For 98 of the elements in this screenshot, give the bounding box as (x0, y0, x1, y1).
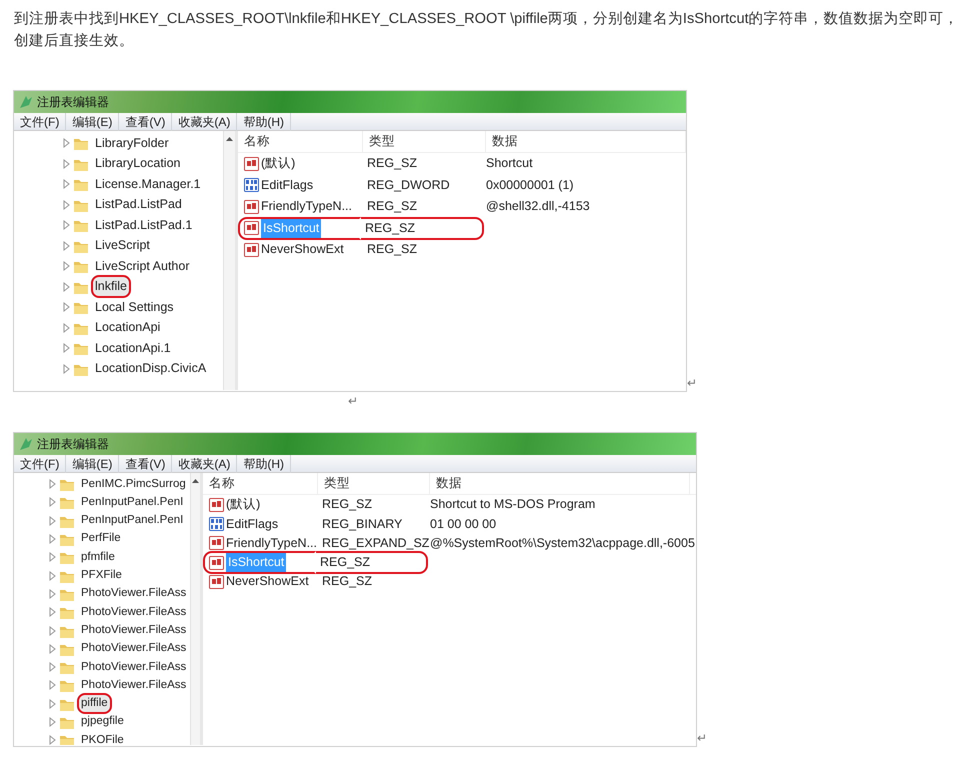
scroll-up-icon (191, 477, 200, 485)
value-name[interactable]: EditFlags (226, 514, 278, 534)
expand-arrow-icon (48, 496, 57, 508)
expand-arrow-icon (62, 301, 71, 314)
value-type: REG_DWORD (366, 176, 451, 194)
expand-arrow-icon (62, 260, 71, 272)
expand-arrow-icon (48, 642, 57, 655)
expand-arrow-icon (48, 716, 57, 728)
value-data: @shell32.dll,-4153 (485, 198, 591, 216)
paragraph-mark: ↵ (687, 375, 698, 392)
scroll-up-icon (225, 135, 234, 143)
paragraph-mark: ↵ (347, 393, 360, 410)
string-value-icon (209, 556, 224, 570)
value-name[interactable]: FriendlyTypeN... (226, 534, 318, 553)
binary-value-icon (209, 516, 224, 531)
tree-item[interactable]: LibraryLocation (91, 152, 184, 176)
tree-item[interactable]: ListPad.ListPad.1 (91, 214, 196, 237)
menu-item[interactable]: 查看(V) (119, 454, 172, 472)
column-heading[interactable]: 数据 (486, 131, 686, 152)
column-heading[interactable]: 数据 (430, 473, 690, 494)
value-type: REG_EXPAND_SZ (321, 534, 428, 552)
expand-arrow-icon (48, 734, 57, 745)
value-data: 0x00000001 (1) (485, 176, 575, 194)
expand-arrow-icon (62, 342, 71, 354)
value-type: REG_SZ (321, 573, 374, 590)
tree-item[interactable]: LibraryFolder (91, 132, 173, 155)
tree-item[interactable]: LiveScript Author (91, 254, 194, 278)
window-title: 注册表编辑器 (37, 94, 109, 111)
tree-item[interactable]: LiveScript (91, 234, 154, 258)
column-heading[interactable]: 名称 (203, 473, 318, 494)
value-name[interactable]: NeverShowExt (226, 572, 309, 592)
tree-item[interactable]: LocationApi (91, 316, 164, 340)
tree-item[interactable]: ListPad.ListPad (91, 193, 186, 216)
value-data: Shortcut to MS-DOS Program (429, 496, 596, 514)
column-heading[interactable]: 类型 (363, 131, 486, 152)
expand-arrow-icon (48, 698, 57, 710)
tree-item[interactable]: LocationDisp.CivicA (91, 357, 210, 380)
value-type: REG_SZ (366, 241, 418, 258)
value-name[interactable]: (默认) (261, 154, 296, 174)
expand-arrow-icon (48, 570, 57, 582)
menu-item[interactable]: 编辑(E) (66, 454, 120, 472)
value-data: 01 00 00 00 (429, 516, 498, 533)
expand-arrow-icon (48, 533, 57, 546)
tree-item[interactable]: License.Manager.1 (91, 172, 205, 196)
expand-arrow-icon (48, 588, 57, 600)
menu-item[interactable]: 帮助(H) (237, 454, 291, 472)
expand-arrow-icon (48, 679, 57, 692)
tree-item[interactable]: LocationApi.1 (91, 336, 175, 360)
value-type: REG_SZ (366, 198, 418, 216)
string-value-icon (244, 156, 259, 171)
expand-arrow-icon (62, 280, 71, 293)
intro-paragraph: 到注册表中找到HKEY_CLASSES_ROOT\lnkfile和HKEY_CLASSES_ROOT \piffile两项，分别创建名为IsShortcut的字符串，数值数据为空即可，创建后直接生效。 (13, 10, 960, 51)
tree-item[interactable]: Local Settings (91, 296, 178, 319)
expand-arrow-icon (62, 137, 71, 150)
string-value-icon (209, 536, 224, 550)
expand-arrow-icon (48, 624, 57, 637)
value-type: REG_BINARY (321, 516, 404, 533)
string-value-icon (209, 498, 224, 512)
value-name[interactable]: (默认) (226, 495, 260, 514)
expand-arrow-icon (62, 158, 71, 170)
binary-value-icon (244, 178, 259, 192)
expand-arrow-icon (62, 322, 71, 334)
string-value-icon (209, 574, 224, 589)
value-name[interactable]: NeverShowExt (261, 240, 344, 260)
menu-item[interactable]: 编辑(E) (66, 112, 120, 130)
menu-item[interactable]: 查看(V) (119, 112, 172, 130)
expand-arrow-icon (48, 514, 57, 527)
expand-arrow-icon (62, 219, 71, 232)
value-data: Shortcut (485, 155, 534, 172)
value-type: REG_SZ (321, 496, 374, 514)
menu-item[interactable]: 文件(F) (14, 454, 66, 472)
expand-arrow-icon (62, 178, 71, 190)
tree-item[interactable]: lnkfile (91, 275, 131, 298)
expand-arrow-icon (62, 362, 71, 375)
expand-arrow-icon (48, 551, 57, 564)
string-value-icon (244, 242, 259, 257)
value-data: @%SystemRoot%\System32\acppage.dll,-6005 (429, 534, 696, 552)
value-type: REG_SZ (316, 551, 428, 574)
column-heading[interactable]: 名称 (238, 131, 363, 152)
expand-arrow-icon (48, 606, 57, 618)
column-heading[interactable]: 类型 (318, 473, 430, 494)
app-icon (18, 436, 34, 452)
value-name[interactable]: FriendlyTypeN... (261, 197, 352, 216)
menu-item[interactable]: 帮助(H) (237, 112, 291, 130)
expand-arrow-icon (62, 198, 71, 211)
expand-arrow-icon (48, 478, 57, 490)
tree-item[interactable]: piffile (77, 693, 112, 714)
value-type: REG_SZ (366, 155, 418, 172)
expand-arrow-icon (48, 661, 57, 674)
menu-item[interactable]: 文件(F) (14, 112, 66, 130)
expand-arrow-icon (62, 240, 71, 252)
value-name[interactable]: EditFlags (261, 176, 314, 195)
string-value-icon (244, 200, 259, 214)
paragraph-mark: ↵ (697, 730, 708, 747)
value-type: REG_SZ (361, 216, 484, 240)
app-icon (18, 94, 34, 110)
string-value-icon (244, 221, 259, 236)
window-title: 注册表编辑器 (37, 436, 109, 453)
